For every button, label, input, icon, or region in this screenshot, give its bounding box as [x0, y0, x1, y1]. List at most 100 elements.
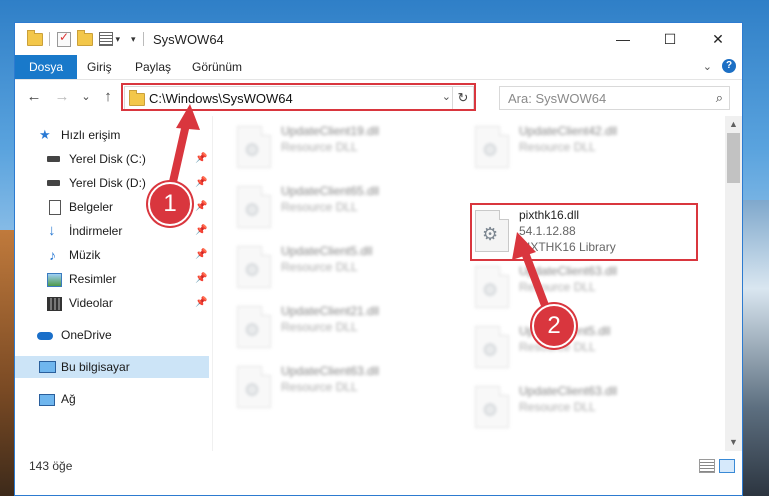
file-item[interactable]: ⚙ UpdateClient63.dll Resource DLL	[471, 262, 701, 312]
file-type: Resource DLL	[519, 140, 596, 154]
customize-quick-icon[interactable]: ▾	[99, 31, 120, 47]
tab-home[interactable]: Giriş	[77, 55, 122, 79]
file-name: UpdateClient63.dll	[519, 264, 618, 278]
sidebar-item-network[interactable]: Ağ	[15, 388, 209, 410]
up-button[interactable]: ↑	[99, 88, 117, 106]
navigation-pane: ★ Hızlı erişim Yerel Disk (C:) 📌 Yerel D…	[15, 116, 209, 451]
scroll-thumb[interactable]	[727, 133, 740, 183]
file-item[interactable]: ⚙ UpdateClient21.dll Resource DLL	[233, 302, 463, 352]
file-name: UpdateClient63.dll	[281, 364, 380, 378]
maximize-button[interactable]: ☐	[647, 23, 693, 55]
sidebar-item-label: Bu bilgisayar	[61, 360, 130, 374]
network-icon	[39, 394, 55, 406]
sidebar-item-quick-access[interactable]: ★ Hızlı erişim	[15, 124, 209, 146]
pin-icon[interactable]: 📌	[195, 220, 207, 242]
documents-icon	[49, 200, 61, 215]
address-highlight-box	[121, 83, 476, 111]
sidebar-item-this-pc[interactable]: Bu bilgisayar	[15, 356, 209, 378]
file-name: UpdateClient21.dll	[281, 304, 380, 318]
sidebar-item-label: Belgeler	[69, 200, 114, 214]
status-bar: 143 öğe	[15, 453, 742, 495]
file-list: ⚙ UpdateClient19.dll Resource DLL ⚙ Upda…	[213, 116, 725, 451]
callout-badge-1: 1	[148, 182, 192, 226]
dll-file-icon: ⚙	[475, 326, 509, 368]
sidebar-item-pictures[interactable]: Resimler 📌	[15, 268, 209, 290]
scroll-down-icon[interactable]: ▼	[725, 434, 742, 451]
expand-ribbon-icon[interactable]: ⌄	[703, 60, 712, 73]
videos-icon	[47, 297, 62, 311]
sidebar-item-label: Resimler	[69, 272, 117, 286]
dll-file-icon: ⚙	[237, 246, 271, 288]
recent-locations-button[interactable]: ⌄	[77, 88, 95, 106]
navigation-bar: ← → ⌄ ↑ C:\Windows\SysWOW64 ⌄ ↻ Ara: Sys…	[15, 80, 742, 116]
search-box[interactable]: Ara: SysWOW64 ⌕	[499, 86, 730, 110]
back-button[interactable]: ←	[25, 88, 43, 106]
file-item[interactable]: ⚙ UpdateClient19.dll Resource DLL	[233, 122, 463, 172]
tab-view[interactable]: Görünüm	[182, 55, 252, 79]
file-highlight-box	[470, 203, 698, 261]
downloads-icon: ↓	[48, 222, 56, 239]
scroll-up-icon[interactable]: ▲	[725, 116, 742, 133]
pin-icon[interactable]: 📌	[195, 292, 207, 314]
file-item[interactable]: ⚙ UpdateClient63.dll Resource DLL	[233, 362, 463, 412]
dll-file-icon: ⚙	[237, 126, 271, 168]
drive-icon	[47, 156, 60, 162]
sidebar-item-label: İndirmeler	[69, 224, 123, 238]
properties-quick-icon[interactable]	[57, 30, 71, 47]
search-icon[interactable]: ⌕	[716, 90, 723, 106]
pin-icon[interactable]: 📌	[195, 172, 207, 194]
item-count: 143 öğe	[29, 459, 73, 473]
file-explorer-window: ▾ ▾ SysWOW64 — ☐ ✕ Dosya Giriş Paylaş Gö…	[14, 22, 743, 496]
file-type: Resource DLL	[519, 280, 596, 294]
details-view-icon[interactable]	[699, 459, 715, 473]
separator	[49, 31, 50, 47]
computer-icon	[39, 361, 56, 373]
window-title: SysWOW64	[153, 32, 224, 47]
file-name: UpdateClient5.dll	[281, 244, 373, 258]
pin-icon[interactable]: 📌	[195, 148, 207, 170]
pin-icon[interactable]: 📌	[195, 268, 207, 290]
sidebar-item-label: Videolar	[69, 296, 113, 310]
sidebar-item-label: Ağ	[61, 392, 76, 406]
quick-access-dropdown-icon[interactable]: ▾	[131, 31, 136, 47]
callout-badge-2: 2	[532, 304, 576, 348]
sidebar-item-label: Hızlı erişim	[61, 128, 121, 142]
file-type: Resource DLL	[281, 200, 358, 214]
file-type: Resource DLL	[281, 260, 358, 274]
tab-file[interactable]: Dosya	[15, 55, 78, 79]
file-name: UpdateClient63.dll	[519, 384, 618, 398]
close-button[interactable]: ✕	[695, 23, 741, 55]
minimize-button[interactable]: —	[600, 23, 646, 55]
pin-icon[interactable]: 📌	[195, 244, 207, 266]
sidebar-item-music[interactable]: ♪ Müzik 📌	[15, 244, 209, 266]
file-item[interactable]: ⚙ UpdateClient65.dll Resource DLL	[233, 182, 463, 232]
file-item[interactable]: ⚙ UpdateClient5.dll Resource DLL	[471, 322, 701, 372]
sidebar-item-label: Yerel Disk (C:)	[69, 152, 146, 166]
sidebar-item-onedrive[interactable]: OneDrive	[15, 324, 209, 346]
window-folder-icon	[27, 29, 43, 47]
file-item[interactable]: ⚙ UpdateClient42.dll Resource DLL	[471, 122, 701, 172]
star-icon: ★	[39, 127, 51, 142]
cloud-icon	[37, 332, 53, 340]
vertical-scrollbar[interactable]: ▲ ▼	[725, 116, 742, 451]
title-bar: ▾ ▾ SysWOW64 — ☐ ✕	[15, 23, 742, 55]
separator	[143, 31, 144, 47]
dll-file-icon: ⚙	[475, 266, 509, 308]
dll-file-icon: ⚙	[237, 366, 271, 408]
large-icons-view-icon[interactable]	[719, 459, 735, 473]
dll-file-icon: ⚙	[237, 186, 271, 228]
sidebar-item-videos[interactable]: Videolar 📌	[15, 292, 209, 314]
file-item[interactable]: ⚙ UpdateClient5.dll Resource DLL	[233, 242, 463, 292]
file-item[interactable]: ⚙ UpdateClient63.dll Resource DLL	[471, 382, 701, 432]
tab-share[interactable]: Paylaş	[125, 55, 181, 79]
new-folder-quick-icon[interactable]	[77, 29, 93, 47]
pin-icon[interactable]: 📌	[195, 196, 207, 218]
forward-button[interactable]: →	[53, 88, 71, 106]
file-name: UpdateClient65.dll	[281, 184, 380, 198]
sidebar-item-label: OneDrive	[61, 328, 112, 342]
sidebar-item-local-disk-c[interactable]: Yerel Disk (C:) 📌	[15, 148, 209, 170]
dll-file-icon: ⚙	[475, 386, 509, 428]
sidebar-item-label: Müzik	[69, 248, 101, 262]
dll-file-icon: ⚙	[237, 306, 271, 348]
help-icon[interactable]: ?	[722, 59, 736, 73]
